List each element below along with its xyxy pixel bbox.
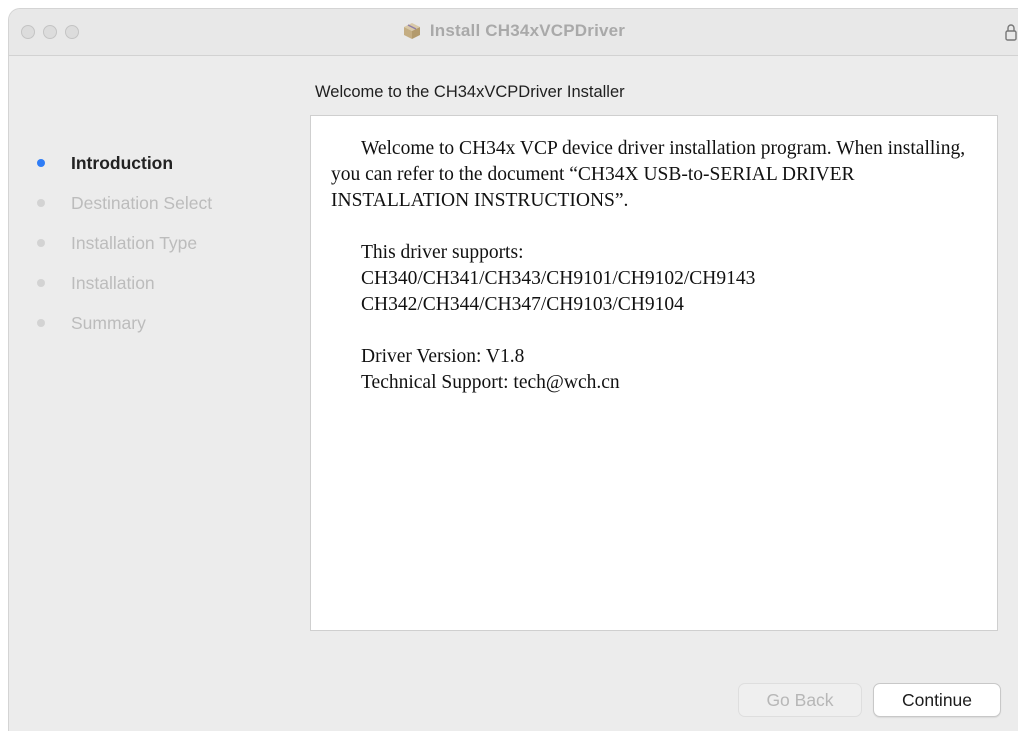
title-bar: Install CH34xVCPDriver [9,9,1018,56]
technical-support: Technical Support: tech@wch.cn [361,372,620,393]
step-dot-icon [37,319,45,327]
supports-line-2: CH342/CH344/CH347/CH9103/CH9104 [361,294,684,315]
supports-label: This driver supports: [361,242,524,263]
page-heading: Welcome to the CH34xVCPDriver Installer [315,83,625,101]
intro-paragraph: Welcome to CH34x VCP device driver insta… [331,138,966,211]
supports-line-1: CH340/CH341/CH343/CH9101/CH9102/CH9143 [361,268,756,289]
installer-window: Install CH34xVCPDriver Welcome to the CH… [8,8,1018,731]
step-label: Installation [71,273,155,293]
step-active-dot-icon [37,159,45,167]
driver-version: Driver Version: V1.8 [361,346,525,367]
welcome-text-panel[interactable]: Welcome to CH34x VCP device driver insta… [310,115,998,631]
version-block: Driver Version: V1.8 Technical Support: … [331,344,979,396]
step-installation-type: Installation Type [37,231,212,271]
installer-steps-list: Introduction Destination Select Installa… [37,151,212,351]
step-dot-icon [37,239,45,247]
package-installer-icon [403,23,420,39]
step-installation: Installation [37,271,212,311]
step-label: Installation Type [71,233,198,253]
step-label: Introduction [71,153,174,173]
step-dot-icon [37,279,45,287]
window-title: Install CH34xVCPDriver [429,21,626,40]
window-title-area: Install CH34xVCPDriver [9,21,1018,45]
step-dot-icon [37,199,45,207]
continue-button[interactable]: Continue [873,683,1001,717]
step-label: Destination Select [71,193,213,213]
step-label: Summary [71,313,146,333]
lock-icon [1005,24,1017,41]
step-destination-select: Destination Select [37,191,212,231]
step-introduction: Introduction [37,151,212,191]
go-back-button[interactable]: Go Back [738,683,862,717]
step-summary: Summary [37,311,212,351]
supports-block: This driver supports: CH340/CH341/CH343/… [331,240,979,318]
